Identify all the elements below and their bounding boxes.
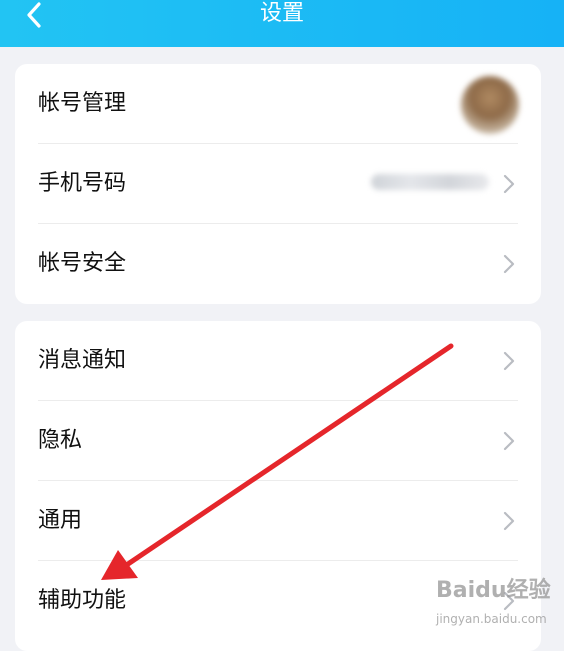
chevron-right-icon	[503, 511, 515, 531]
chevron-right-icon	[503, 351, 515, 371]
watermark-url: jingyan.baidu.com	[436, 612, 547, 626]
settings-item-general[interactable]: 通用	[15, 481, 541, 561]
chevron-right-icon	[503, 431, 515, 451]
header-bar: 设置	[0, 0, 564, 47]
settings-item-label: 消息通知	[38, 348, 127, 373]
page-title: 设置	[259, 1, 304, 26]
chevron-right-icon	[503, 254, 515, 274]
settings-item-phone-number[interactable]: 手机号码	[15, 144, 541, 224]
settings-item-account-management[interactable]: 帐号管理	[15, 64, 541, 144]
chevron-right-icon	[503, 174, 515, 194]
settings-item-label: 隐私	[38, 428, 83, 453]
settings-item-label: 手机号码	[38, 171, 127, 196]
account-settings-group: 帐号管理 手机号码 帐号安全	[15, 64, 541, 304]
settings-item-label: 帐号管理	[38, 91, 127, 116]
watermark-logo: Baidu经验	[436, 578, 551, 603]
avatar	[461, 76, 519, 134]
settings-item-account-security[interactable]: 帐号安全	[15, 224, 541, 304]
settings-item-label: 帐号安全	[38, 251, 127, 276]
settings-item-notifications[interactable]: 消息通知	[15, 321, 541, 401]
settings-item-label: 通用	[38, 508, 83, 533]
watermark: Baidu经验 jingyan.baidu.com	[436, 578, 560, 634]
settings-item-privacy[interactable]: 隐私	[15, 401, 541, 481]
settings-item-label: 辅助功能	[38, 588, 127, 613]
phone-number-value	[371, 174, 489, 190]
